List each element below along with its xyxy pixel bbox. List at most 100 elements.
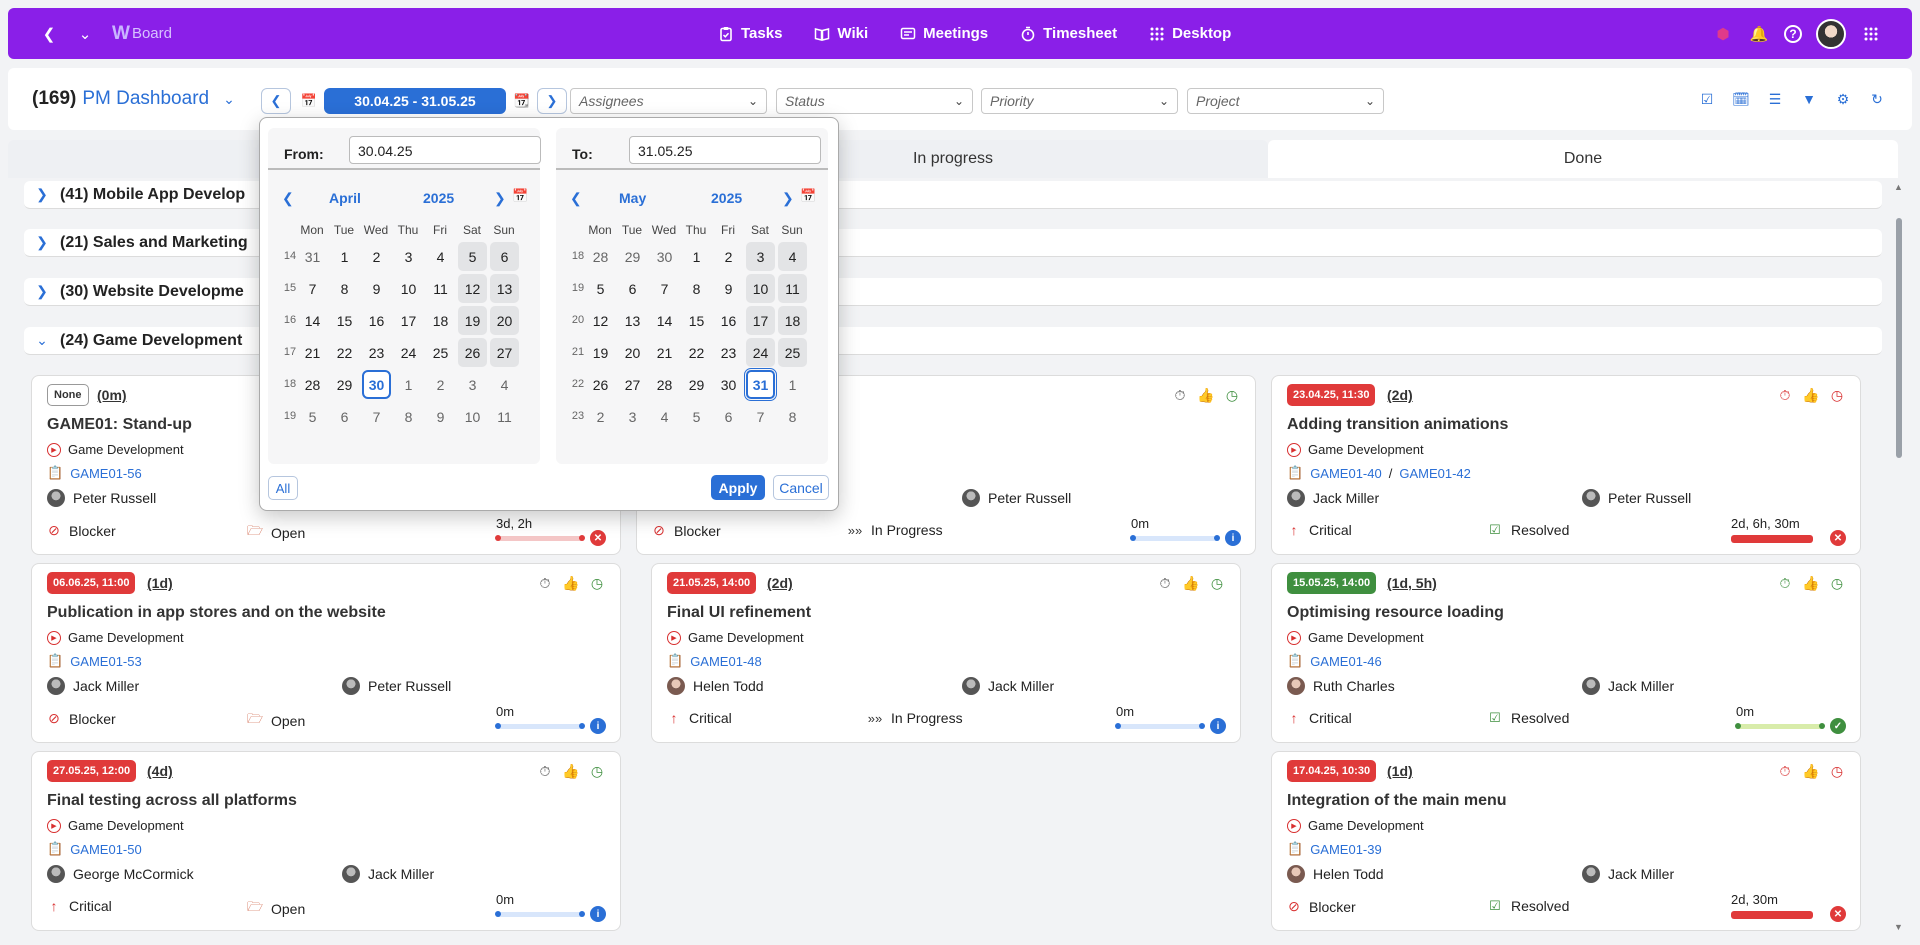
user-avatar[interactable] [1816,18,1846,49]
calendar-day[interactable]: 2 [714,242,743,271]
clock-check-icon[interactable]: ◷ [1828,762,1846,780]
task-card[interactable]: 27.05.25, 12:00 (4d) ⏱ 👍 ◷ Final testing acro… [31,751,621,931]
calendar-day[interactable]: 7 [298,274,327,303]
year-name[interactable]: 2025 [423,190,454,206]
thumbs-up-icon[interactable]: 👍 [1197,386,1215,404]
filter-add-icon[interactable]: ▼ [1800,90,1818,108]
calendar-day[interactable]: 17 [746,306,775,335]
duration-link[interactable]: (1d) [147,575,173,591]
task-card[interactable]: 23.04.25, 11:30 (2d) ⏱ 👍 ◷ Adding transition … [1271,375,1861,555]
stopwatch-icon[interactable]: ⏱ [536,762,554,780]
assignee[interactable]: Peter Russell [47,489,156,507]
task-key-link[interactable]: GAME01-53 [70,654,142,669]
calendar-day[interactable]: 10 [458,402,487,431]
clock-check-icon[interactable]: ◷ [588,574,606,592]
assignee[interactable]: Peter Russell [342,677,451,695]
page-title[interactable]: (169) PM Dashboard ⌄ [32,88,235,110]
calendar-day[interactable]: 7 [362,402,391,431]
calendar-day[interactable]: 12 [586,306,615,335]
calendar-day[interactable]: 3 [394,242,423,271]
next-period-button[interactable]: ❯ [537,88,567,114]
assignee[interactable]: Jack Miller [962,677,1054,695]
calendar-day[interactable]: 16 [362,306,391,335]
thumbs-up-icon[interactable]: 👍 [1182,574,1200,592]
stopwatch-icon[interactable]: ⏱ [536,574,554,592]
task-key-link[interactable]: GAME01-42 [1399,466,1471,481]
nav-meetings[interactable]: Meetings [900,25,988,42]
task-key-link[interactable]: GAME01-56 [70,466,142,481]
stopwatch-icon[interactable]: ⏱ [1171,386,1189,404]
due-date-badge[interactable]: 06.06.25, 11:00 [47,572,136,594]
calendar-day[interactable]: 28 [650,370,679,399]
calendar-day[interactable]: 21 [650,338,679,367]
thumbs-up-icon[interactable]: 👍 [562,762,580,780]
calendar-day[interactable]: 7 [650,274,679,303]
calendar-day[interactable]: 5 [298,402,327,431]
task-key-link[interactable]: GAME01-50 [70,842,142,857]
status-filter[interactable]: Status ⌄ [776,88,973,114]
calendar-day[interactable]: 8 [778,402,807,431]
bell-icon[interactable]: 🔔 [1748,23,1770,45]
duration-link[interactable]: (1d) [1387,763,1413,779]
clock-check-icon[interactable]: ◷ [1223,386,1241,404]
assignee[interactable]: Ruth Charles [1287,677,1395,695]
calendar-search-button[interactable]: 📆 [511,88,533,114]
calendar-day[interactable]: 14 [650,306,679,335]
prev-month-icon[interactable]: ❮ [570,190,582,207]
nav-wiki[interactable]: Wiki [814,25,868,42]
clock-check-icon[interactable]: ◷ [588,762,606,780]
calendar-day[interactable]: 1 [778,370,807,399]
calendar-task-icon[interactable]: 🗓 [1732,90,1750,108]
nav-desktop[interactable]: Desktop [1149,25,1231,42]
task-title[interactable]: Final testing across all platforms [47,792,297,810]
calendar-day[interactable]: 20 [618,338,647,367]
task-card[interactable]: 21.05.25, 14:00 (2d) ⏱ 👍 ◷ Final UI refinemen… [651,563,1241,743]
due-date-badge[interactable]: 17.04.25, 10:30 [1287,760,1377,782]
to-date-input[interactable]: 31.05.25 [629,136,821,164]
calendar-day[interactable]: 17 [394,306,423,335]
year-name[interactable]: 2025 [711,190,742,206]
calendar-day[interactable]: 2 [426,370,455,399]
calendar-day[interactable]: 3 [746,242,775,271]
calendar-day[interactable]: 10 [394,274,423,303]
calendar-day[interactable]: 27 [618,370,647,399]
calendar-day[interactable]: 4 [490,370,519,399]
calendar-day[interactable]: 15 [682,306,711,335]
duration-link[interactable]: (4d) [147,763,173,779]
calendar-day[interactable]: 19 [458,306,487,335]
due-date-badge[interactable]: 21.05.25, 14:00 [667,572,757,594]
help-icon[interactable]: ? [1784,24,1802,43]
task-title[interactable]: Optimising resource loading [1287,604,1504,622]
calendar-day[interactable]: 3 [458,370,487,399]
nav-timesheet[interactable]: Timesheet [1020,25,1117,42]
clock-check-icon[interactable]: ◷ [1828,574,1846,592]
task-card[interactable]: 15.05.25, 14:00 (1d, 5h) ⏱ 👍 ◷ Optimising res… [1271,563,1861,743]
priority-filter[interactable]: Priority ⌄ [981,88,1178,114]
chevron-down-icon[interactable]: ⌄ [223,91,235,108]
prev-month-icon[interactable]: ❮ [282,190,294,207]
assignee[interactable]: George McCormick [47,865,194,883]
calendar-day[interactable]: 30 [714,370,743,399]
calendar-day[interactable]: 16 [714,306,743,335]
due-date-badge[interactable]: None [47,384,89,406]
clock-check-icon[interactable]: ◷ [1208,574,1226,592]
assignee[interactable]: Helen Todd [1287,865,1384,883]
date-range-button[interactable]: 30.04.25 - 31.05.25 [324,88,506,114]
calendar-day[interactable]: 23 [362,338,391,367]
stopwatch-icon[interactable]: ⏱ [1776,762,1794,780]
calendar-day[interactable]: 21 [298,338,327,367]
calendar-day[interactable]: 5 [586,274,615,303]
calendar-day[interactable]: 22 [682,338,711,367]
cube-icon[interactable]: ⬢ [1712,23,1734,45]
calendar-day[interactable]: 26 [458,338,487,367]
next-month-icon[interactable]: ❯ [494,190,506,207]
stopwatch-icon[interactable]: ⏱ [1156,574,1174,592]
calendar-day[interactable]: 25 [426,338,455,367]
calendar-day[interactable]: 29 [618,242,647,271]
calendar-day[interactable]: 30 [650,242,679,271]
thumbs-up-icon[interactable]: 👍 [1802,386,1820,404]
task-title[interactable]: Adding transition animations [1287,416,1508,434]
calendar-day[interactable]: 28 [586,242,615,271]
calendar-day[interactable]: 25 [778,338,807,367]
month-name[interactable]: April [329,190,361,206]
